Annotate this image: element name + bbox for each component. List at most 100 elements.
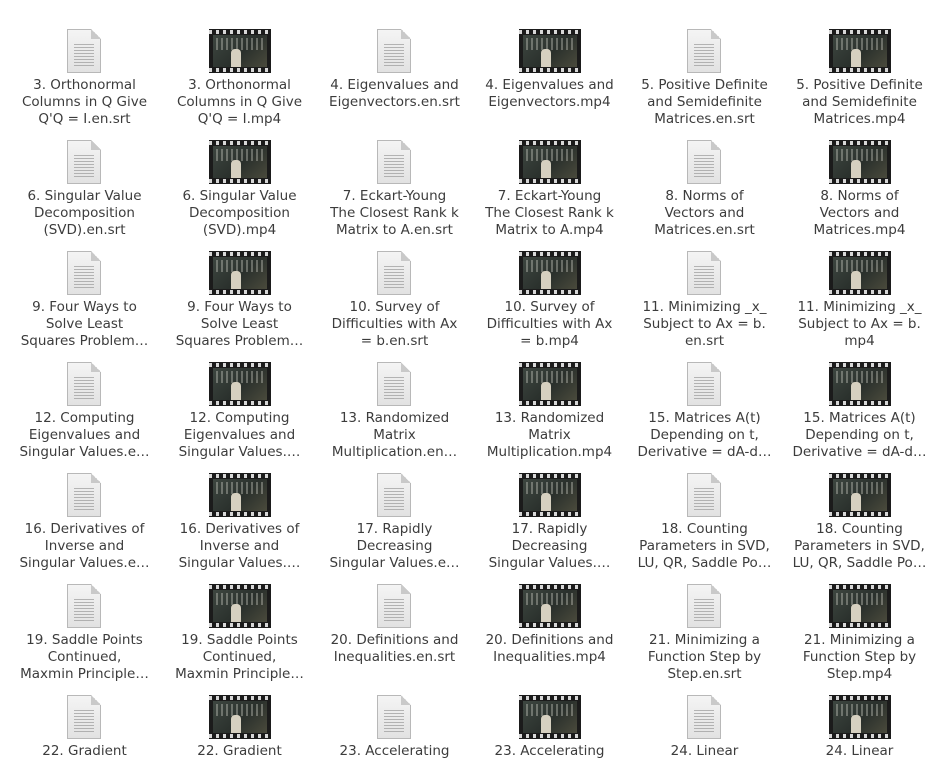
file-item[interactable]: 8. Norms of Vectors and Matrices.mp4	[782, 137, 937, 248]
document-icon[interactable]	[687, 29, 721, 73]
file-name-label[interactable]: 15. Matrices A(t) Depending on t, Derivati…	[782, 410, 937, 461]
file-name-label[interactable]: 3. Orthonormal Columns in Q Give Q'Q = I.m…	[162, 77, 317, 128]
file-thumbnail-area[interactable]	[472, 581, 627, 631]
file-thumbnail-area[interactable]	[472, 248, 627, 298]
file-name-label[interactable]: 24. Linear	[627, 743, 782, 760]
file-item[interactable]: 10. Survey of Difficulties with Ax = b.mp4	[472, 248, 627, 359]
document-icon[interactable]	[687, 140, 721, 184]
file-name-label[interactable]: 7. Eckart-Young The Closest Rank k Matrix …	[472, 188, 627, 239]
file-thumbnail-area[interactable]	[162, 692, 317, 742]
video-thumbnail-icon[interactable]	[209, 29, 271, 73]
document-icon[interactable]	[377, 29, 411, 73]
file-name-label[interactable]: 4. Eigenvalues and Eigenvectors.mp4	[472, 77, 627, 111]
file-item[interactable]: 15. Matrices A(t) Depending on t, Derivati…	[782, 359, 937, 470]
file-name-label[interactable]: 23. Accelerating	[472, 743, 627, 760]
file-name-label[interactable]: 4. Eigenvalues and Eigenvectors.en.srt	[317, 77, 472, 111]
video-thumbnail-icon[interactable]	[519, 473, 581, 517]
document-icon[interactable]	[67, 251, 101, 295]
file-item[interactable]: 19. Saddle Points Continued, Maxmin Princi…	[162, 581, 317, 692]
file-name-label[interactable]: 6. Singular Value Decomposition (SVD).en.s…	[7, 188, 162, 239]
file-name-label[interactable]: 22. Gradient	[162, 743, 317, 760]
file-name-label[interactable]: 11. Minimizing _x_ Subject to Ax = b. en.s…	[627, 299, 782, 350]
file-item[interactable]: en.srt	[627, 0, 782, 15]
file-thumbnail-area[interactable]	[782, 359, 937, 409]
video-thumbnail-icon[interactable]	[519, 251, 581, 295]
file-item[interactable]: 11. Minimizing _x_ Subject to Ax = b. mp4	[782, 248, 937, 359]
file-name-label[interactable]: 23. Accelerating	[317, 743, 472, 760]
file-name-label[interactable]: 10. Survey of Difficulties with Ax = b.mp4	[472, 299, 627, 350]
file-item[interactable]: 18.065 by Profess…	[162, 0, 317, 15]
file-name-label[interactable]: 21. Minimizing a Function Step by Step.mp4	[782, 632, 937, 683]
file-item[interactable]: 17. Rapidly Decreasing Singular Values.e…	[317, 470, 472, 581]
file-thumbnail-area[interactable]	[317, 26, 472, 76]
file-thumbnail-area[interactable]	[782, 26, 937, 76]
file-item[interactable]: 5. Positive Definite and Semidefinite Matr…	[782, 26, 937, 137]
video-thumbnail-icon[interactable]	[209, 473, 271, 517]
file-item[interactable]: 21. Minimizing a Function Step by Step.mp4	[782, 581, 937, 692]
file-name-label[interactable]: 16. Derivatives of Inverse and Singular Va…	[7, 521, 162, 572]
file-thumbnail-area[interactable]	[627, 26, 782, 76]
document-icon[interactable]	[67, 584, 101, 628]
file-item[interactable]: 12. Computing Eigenvalues and Singular Val…	[162, 359, 317, 470]
file-thumbnail-area[interactable]	[162, 470, 317, 520]
file-item[interactable]: 24. Linear	[782, 692, 937, 765]
file-thumbnail-area[interactable]	[782, 581, 937, 631]
file-item[interactable]: 9. Four Ways to Solve Least Squares Proble…	[162, 248, 317, 359]
file-item[interactable]: 7. Eckart-Young The Closest Rank k Matrix …	[317, 137, 472, 248]
file-thumbnail-area[interactable]	[7, 359, 162, 409]
file-item[interactable]: 4. Eigenvalues and Eigenvectors.mp4	[472, 26, 627, 137]
file-item[interactable]: 10. Survey of Difficulties with Ax = b.en.…	[317, 248, 472, 359]
file-item[interactable]: 12. Computing Eigenvalues and Singular Val…	[7, 359, 162, 470]
file-thumbnail-area[interactable]	[7, 470, 162, 520]
file-name-label[interactable]: 19. Saddle Points Continued, Maxmin Princi…	[7, 632, 162, 683]
video-thumbnail-icon[interactable]	[209, 362, 271, 406]
file-name-label[interactable]: 21. Minimizing a Function Step by Step.en.…	[627, 632, 782, 683]
file-thumbnail-area[interactable]	[627, 470, 782, 520]
file-item[interactable]: 3. Orthonormal Columns in Q Give Q'Q = I.m…	[162, 26, 317, 137]
video-thumbnail-icon[interactable]	[209, 695, 271, 739]
document-icon[interactable]	[67, 140, 101, 184]
file-thumbnail-area[interactable]	[7, 692, 162, 742]
file-name-label[interactable]: 22. Gradient	[7, 743, 162, 760]
video-thumbnail-icon[interactable]	[829, 251, 891, 295]
document-icon[interactable]	[377, 140, 411, 184]
video-thumbnail-icon[interactable]	[829, 29, 891, 73]
video-thumbnail-icon[interactable]	[519, 584, 581, 628]
file-name-label[interactable]: 3. Orthonormal Columns in Q Give Q'Q = I.e…	[7, 77, 162, 128]
file-name-label[interactable]: 18. Counting Parameters in SVD, LU, QR, Sa…	[782, 521, 937, 572]
file-thumbnail-area[interactable]	[627, 248, 782, 298]
file-item[interactable]: 11. Minimizing _x_ Subject to Ax = b. en.s…	[627, 248, 782, 359]
file-name-label[interactable]: 12. Computing Eigenvalues and Singular Val…	[7, 410, 162, 461]
video-thumbnail-icon[interactable]	[519, 140, 581, 184]
file-name-label[interactable]: 13. Randomized Matrix Multiplication.mp4	[472, 410, 627, 461]
file-name-label[interactable]: 20. Definitions and Inequalities.en.srt	[317, 632, 472, 666]
file-item[interactable]: 17. Rapidly Decreasing Singular Values.…	[472, 470, 627, 581]
file-thumbnail-area[interactable]	[317, 248, 472, 298]
file-item[interactable]: 23. Accelerating	[317, 692, 472, 765]
file-name-label[interactable]: 12. Computing Eigenvalues and Singular Val…	[162, 410, 317, 461]
file-name-label[interactable]: 16. Derivatives of Inverse and Singular Va…	[162, 521, 317, 572]
file-name-label[interactable]: 20. Definitions and Inequalities.mp4	[472, 632, 627, 666]
file-thumbnail-area[interactable]	[317, 470, 472, 520]
file-thumbnail-area[interactable]	[162, 137, 317, 187]
file-thumbnail-area[interactable]	[317, 692, 472, 742]
file-name-label[interactable]: 15. Matrices A(t) Depending on t, Derivati…	[627, 410, 782, 461]
document-icon[interactable]	[687, 251, 721, 295]
file-thumbnail-area[interactable]	[472, 137, 627, 187]
file-thumbnail-area[interactable]	[472, 359, 627, 409]
video-thumbnail-icon[interactable]	[829, 140, 891, 184]
file-thumbnail-area[interactable]	[782, 692, 937, 742]
file-thumbnail-area[interactable]	[472, 470, 627, 520]
file-thumbnail-area[interactable]	[7, 581, 162, 631]
file-item[interactable]: 16. Derivatives of Inverse and Singular Va…	[162, 470, 317, 581]
file-item[interactable]: 21. Minimizing a Function Step by Step.en.…	[627, 581, 782, 692]
file-item[interactable]: 20. Definitions and Inequalities.mp4	[472, 581, 627, 692]
file-thumbnail-area[interactable]	[162, 581, 317, 631]
document-icon[interactable]	[687, 473, 721, 517]
document-icon[interactable]	[377, 362, 411, 406]
document-icon[interactable]	[377, 251, 411, 295]
file-item[interactable]: 8. Norms of Vectors and Matrices.en.srt	[627, 137, 782, 248]
document-icon[interactable]	[687, 362, 721, 406]
file-thumbnail-area[interactable]	[627, 137, 782, 187]
file-item[interactable]: Contains All Vect…	[317, 0, 472, 15]
